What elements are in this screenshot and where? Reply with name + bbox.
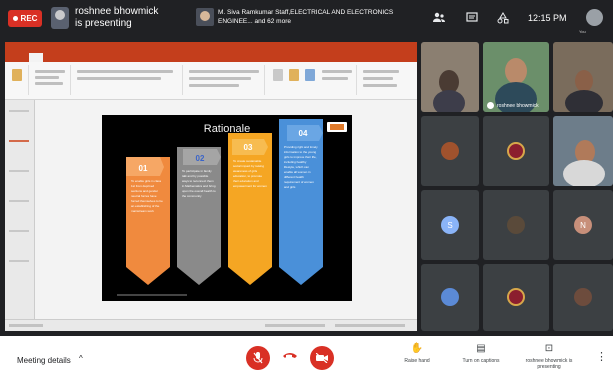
participant-avatar: N — [574, 216, 592, 234]
ribbon-tab — [53, 53, 65, 62]
ribbon-group-slides — [31, 65, 71, 95]
card-number: 01 — [138, 164, 148, 173]
recording-label: REC — [20, 14, 38, 23]
present-screen-icon: ⊡ — [544, 343, 554, 354]
screen-share: Rationale 01 To enable girls in class 1s… — [5, 42, 417, 331]
ribbon-tab — [145, 53, 159, 62]
ribbon-group-paragraph — [185, 65, 265, 95]
ribbon-group-editing — [359, 65, 409, 95]
ribbon-tab — [211, 53, 221, 62]
participant-tile[interactable] — [421, 264, 479, 331]
captions-label: Turn on captions — [462, 358, 500, 364]
self-label: You — [579, 29, 586, 34]
slide: Rationale 01 To enable girls in class 1s… — [102, 115, 352, 301]
slide-thumbnails-pane — [5, 100, 35, 319]
participant-tile[interactable] — [483, 116, 549, 186]
presenting-button[interactable]: ⊡ roshnee bhowmick is presenting — [519, 342, 579, 370]
clock: 12:15 PM — [528, 13, 567, 23]
mic-off-icon — [253, 352, 263, 364]
paste-icon — [12, 69, 22, 81]
participant-grid: roshnee bhowmick S N — [421, 42, 613, 331]
slide-footer-line — [117, 294, 187, 296]
powerpoint-titlebar — [5, 42, 417, 53]
chat-icon[interactable] — [465, 11, 479, 25]
microphone-off-button[interactable] — [246, 346, 270, 370]
ribbon-tab — [97, 53, 111, 62]
rationale-card-4: 04 Providing right and timely informatio… — [279, 119, 323, 285]
more-options-icon[interactable]: ⋮ — [596, 350, 607, 363]
card-text: To create sustainable social impact by r… — [233, 159, 267, 188]
top-bar: REC roshnee bhowmick is presenting M. Si… — [0, 0, 613, 40]
globe-avatar — [441, 288, 459, 306]
camera-off-button[interactable] — [310, 346, 334, 370]
meeting-organizer-avatar — [196, 8, 214, 26]
participant-avatar — [441, 142, 459, 160]
participant-tile[interactable]: N — [553, 190, 613, 260]
emblem-avatar — [507, 142, 525, 160]
meeting-details-button[interactable]: Meeting details — [17, 356, 71, 365]
ribbon-group-clipboard — [7, 65, 29, 95]
self-avatar[interactable] — [586, 9, 603, 26]
ribbon-tab — [169, 53, 181, 62]
raise-hand-button[interactable]: ✋ Raise hand — [387, 342, 447, 364]
ribbon-tab — [191, 53, 201, 62]
mic-off-icon — [487, 102, 494, 109]
presenter-status: roshnee bhowmick is presenting — [75, 6, 159, 29]
activities-icon[interactable] — [496, 11, 510, 25]
card-number: 04 — [298, 129, 308, 138]
powerpoint-statusbar — [5, 319, 417, 331]
card-text: Providing right and timely information t… — [284, 145, 318, 189]
participant-avatar — [507, 216, 525, 234]
ribbon-tab — [9, 53, 19, 62]
ribbon-tab — [75, 53, 87, 62]
powerpoint-ribbon-tabs — [5, 53, 417, 62]
participant-avatar: S — [441, 216, 459, 234]
card-text: To enable girls in class 1st from depriv… — [131, 179, 163, 213]
participant-avatar — [574, 288, 592, 306]
ribbon-tab-active — [29, 53, 43, 62]
card-number: 02 — [195, 154, 205, 163]
card-text: To participate in family talk and by pos… — [182, 169, 216, 198]
participant-tile[interactable] — [553, 42, 613, 112]
camera-off-icon — [316, 353, 328, 363]
recording-badge: REC — [8, 10, 42, 27]
card-1-shape — [126, 157, 170, 285]
participant-tile[interactable] — [483, 264, 549, 331]
people-icon[interactable] — [432, 11, 446, 25]
emblem-avatar — [507, 288, 525, 306]
ribbon-group-drawing — [267, 65, 357, 95]
hang-up-icon[interactable] — [282, 350, 298, 362]
bottom-bar: Meeting details ^ ✋ Raise hand ▤ Turn on… — [0, 336, 613, 378]
participant-tile[interactable] — [421, 42, 479, 112]
card-number: 03 — [243, 143, 253, 152]
presenting-label: roshnee bhowmick is presenting — [525, 358, 573, 370]
participant-tile[interactable] — [483, 190, 549, 260]
hand-icon: ✋ — [410, 343, 424, 354]
recording-dot-icon — [12, 16, 18, 21]
rationale-card-3: 03 To create sustainable social impact b… — [228, 133, 272, 285]
participant-tile[interactable] — [553, 116, 613, 186]
participant-tile[interactable] — [421, 116, 479, 186]
slide-logo — [327, 122, 347, 132]
chevron-up-icon[interactable]: ^ — [79, 354, 83, 363]
captions-button[interactable]: ▤ Turn on captions — [451, 342, 511, 364]
raise-hand-label: Raise hand — [404, 358, 430, 364]
participant-tile[interactable]: S — [421, 190, 479, 260]
ribbon-group-font — [73, 65, 183, 95]
presenter-avatar — [51, 7, 69, 29]
meeting-participants-summary[interactable]: M. Siva Ramkumar Staff,ELECTRICAL AND EL… — [218, 8, 418, 26]
rationale-card-2: 02 To participate in family talk and by … — [177, 147, 221, 285]
participant-tile[interactable] — [553, 264, 613, 331]
ribbon-tab — [121, 53, 135, 62]
powerpoint-ribbon — [5, 62, 417, 100]
rationale-card-1: 01 To enable girls in class 1st from dep… — [126, 157, 170, 285]
participant-name: roshnee bhowmick — [497, 103, 539, 109]
participant-tile-active-speaker[interactable]: roshnee bhowmick — [483, 42, 549, 112]
captions-icon: ▤ — [476, 343, 486, 354]
